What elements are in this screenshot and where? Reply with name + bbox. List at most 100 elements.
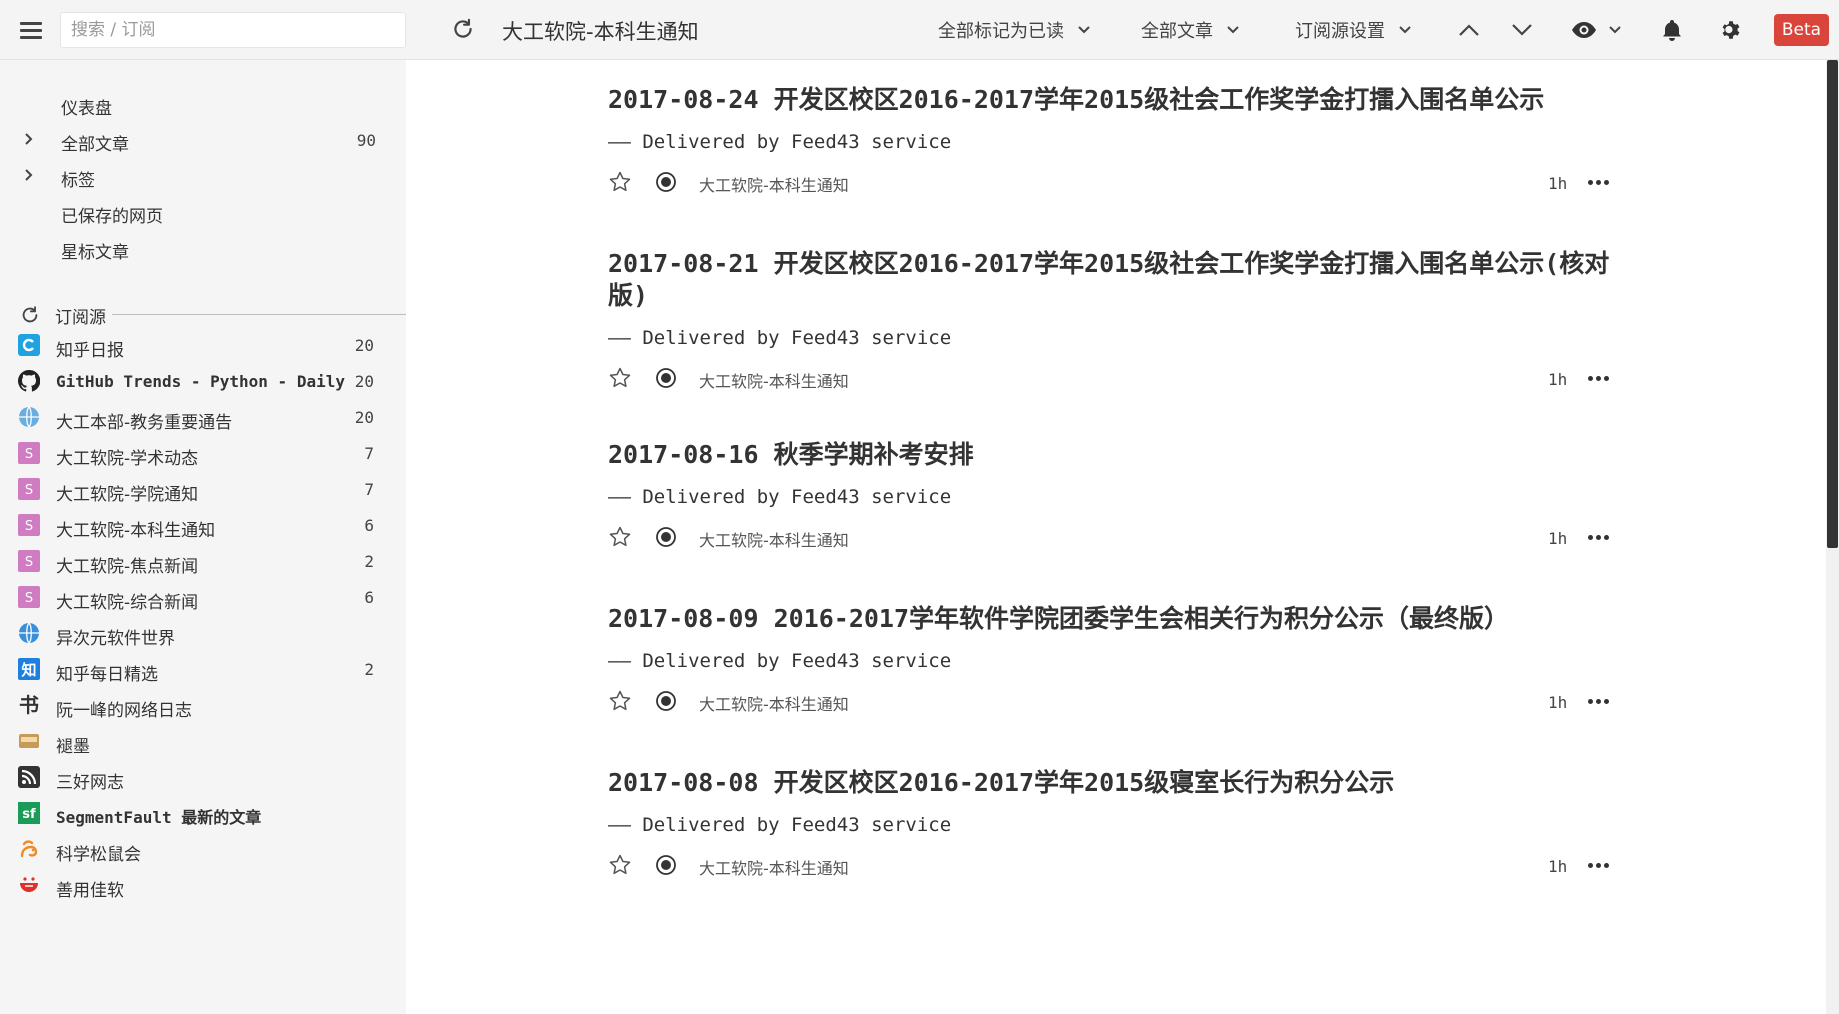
article-summary: —— Delivered by Feed43 service bbox=[608, 327, 952, 349]
article-title[interactable]: 2017-08-16 秋季学期补考安排 bbox=[608, 439, 1638, 471]
smile-icon bbox=[17, 873, 41, 897]
star-icon[interactable] bbox=[608, 525, 632, 549]
mark-read-icon[interactable] bbox=[655, 367, 677, 389]
star-icon[interactable] bbox=[608, 170, 632, 194]
feed-unread-count: 2 bbox=[364, 552, 374, 571]
next-article-icon[interactable] bbox=[1508, 16, 1536, 44]
star-icon[interactable] bbox=[608, 689, 632, 713]
nav-all-articles[interactable]: 全部文章 90 bbox=[0, 124, 406, 158]
sidebar: 仪表盘 全部文章 90 标签 已保存的网页 星标文章 订阅源 知乎日报 20 Git… bbox=[0, 60, 406, 1014]
article-title[interactable]: 2017-08-08 开发区校区2016-2017学年2015级寝室长行为积分公… bbox=[608, 767, 1638, 799]
article-item[interactable]: 2017-08-16 秋季学期补考安排 —— Delivered by Feed4… bbox=[608, 439, 1638, 553]
sidebar-feed-item[interactable]: S 大工软院-学院通知 7 bbox=[0, 472, 406, 508]
nav-saved-pages[interactable]: 已保存的网页 bbox=[0, 196, 406, 230]
refresh-feeds-icon[interactable] bbox=[19, 304, 41, 326]
article-meta: 大工软院-本科生通知 1h bbox=[608, 851, 1638, 881]
sidebar-feed-item[interactable]: S 大工软院-综合新闻 6 bbox=[0, 580, 406, 616]
nav-starred-label: 星标文章 bbox=[61, 243, 129, 263]
article-filter-dropdown[interactable]: 全部文章 bbox=[1141, 17, 1239, 43]
top-toolbar: 大工软院-本科生通知 全部标记为已读 全部文章 订阅源设置 Beta bbox=[0, 0, 1839, 60]
feed-name: 三好网志 bbox=[56, 773, 124, 793]
mark-read-icon[interactable] bbox=[655, 690, 677, 712]
sidebar-feed-item[interactable]: sf SegmentFault 最新的文章 bbox=[0, 796, 406, 832]
star-icon[interactable] bbox=[608, 366, 632, 390]
feed-settings-label: 订阅源设置 bbox=[1295, 21, 1385, 42]
sidebar-feed-item[interactable]: GitHub Trends - Python - Daily 20 bbox=[0, 364, 406, 400]
chevron-down-icon bbox=[1078, 26, 1090, 34]
more-options-icon[interactable] bbox=[1585, 368, 1611, 388]
sidebar-feed-item[interactable]: 三好网志 bbox=[0, 760, 406, 796]
sidebar-feed-item[interactable]: 科学松鼠会 bbox=[0, 832, 406, 868]
more-options-icon[interactable] bbox=[1585, 172, 1611, 192]
bell-icon[interactable] bbox=[1658, 16, 1686, 44]
mark-read-icon[interactable] bbox=[655, 171, 677, 193]
sidebar-feed-item[interactable]: 知乎日报 20 bbox=[0, 328, 406, 364]
feed-unread-count: 2 bbox=[364, 660, 374, 679]
previous-article-icon[interactable] bbox=[1455, 16, 1483, 44]
article-meta: 大工软院-本科生通知 1h bbox=[608, 168, 1638, 198]
scrollbar-thumb[interactable] bbox=[1827, 60, 1838, 548]
article-source[interactable]: 大工软院-本科生通知 bbox=[699, 527, 849, 551]
feeds-section-header: 订阅源 bbox=[0, 300, 406, 330]
article-item[interactable]: 2017-08-21 开发区校区2016-2017学年2015级社会工作奖学金打… bbox=[608, 248, 1638, 394]
sidebar-feed-item[interactable]: 善用佳软 bbox=[0, 868, 406, 904]
zhihu-daily-icon bbox=[17, 333, 41, 357]
view-mode-dropdown[interactable] bbox=[1571, 16, 1627, 44]
zhihu-icon: 知 bbox=[17, 657, 41, 681]
article-title[interactable]: 2017-08-21 开发区校区2016-2017学年2015级社会工作奖学金打… bbox=[608, 248, 1638, 312]
article-item[interactable]: 2017-08-24 开发区校区2016-2017学年2015级社会工作奖学金打… bbox=[608, 84, 1638, 198]
sidebar-feed-item[interactable]: S 大工软院-焦点新闻 2 bbox=[0, 544, 406, 580]
article-summary: —— Delivered by Feed43 service bbox=[608, 650, 952, 672]
feed-name: 大工软院-学院通知 bbox=[56, 485, 199, 505]
star-icon[interactable] bbox=[608, 853, 632, 877]
refresh-icon[interactable] bbox=[450, 16, 476, 42]
feed-name: 大工软院-焦点新闻 bbox=[56, 557, 199, 577]
nav-all-articles-count: 90 bbox=[356, 131, 376, 150]
chevron-right-icon[interactable] bbox=[24, 168, 34, 182]
chevron-right-icon[interactable] bbox=[24, 132, 34, 146]
article-title[interactable]: 2017-08-24 开发区校区2016-2017学年2015级社会工作奖学金打… bbox=[608, 84, 1638, 116]
mark-all-read-dropdown[interactable]: 全部标记为已读 bbox=[938, 17, 1090, 43]
github-icon bbox=[17, 369, 41, 393]
article-item[interactable]: 2017-08-09 2016-2017学年软件学院团委学生会相关行为积分公示（… bbox=[608, 603, 1638, 717]
search-input[interactable] bbox=[60, 12, 406, 48]
feed-name: 褪墨 bbox=[56, 737, 90, 757]
feed-unread-count: 6 bbox=[364, 516, 374, 535]
beta-badge[interactable]: Beta bbox=[1774, 14, 1829, 46]
gear-icon[interactable] bbox=[1717, 16, 1745, 44]
article-source[interactable]: 大工软院-本科生通知 bbox=[699, 855, 849, 879]
nav-tags[interactable]: 标签 bbox=[0, 160, 406, 194]
article-summary: —— Delivered by Feed43 service bbox=[608, 486, 952, 508]
article-source[interactable]: 大工软院-本科生通知 bbox=[699, 691, 849, 715]
s-icon: S bbox=[17, 585, 41, 609]
nav-starred[interactable]: 星标文章 bbox=[0, 232, 406, 266]
feed-settings-dropdown[interactable]: 订阅源设置 bbox=[1295, 17, 1411, 43]
article-filter-label: 全部文章 bbox=[1141, 21, 1213, 42]
article-title[interactable]: 2017-08-09 2016-2017学年软件学院团委学生会相关行为积分公示（… bbox=[608, 603, 1638, 635]
chevron-down-icon bbox=[1399, 26, 1411, 34]
sidebar-feed-item[interactable]: 书阮一峰的网络日志 bbox=[0, 688, 406, 724]
nav-dashboard[interactable]: 仪表盘 bbox=[0, 88, 406, 122]
feed-name: 异次元软件世界 bbox=[56, 629, 175, 649]
svg-text:书: 书 bbox=[19, 694, 39, 716]
s-icon: S bbox=[17, 441, 41, 465]
sidebar-feed-item[interactable]: S 大工软院-学术动态 7 bbox=[0, 436, 406, 472]
feed-unread-count: 6 bbox=[364, 588, 374, 607]
scrollbar[interactable] bbox=[1826, 60, 1839, 1014]
mark-read-icon[interactable] bbox=[655, 854, 677, 876]
sidebar-feed-item[interactable]: S 大工软院-本科生通知 6 bbox=[0, 508, 406, 544]
article-item[interactable]: 2017-08-08 开发区校区2016-2017学年2015级寝室长行为积分公… bbox=[608, 767, 1638, 881]
more-options-icon[interactable] bbox=[1585, 527, 1611, 547]
sidebar-feed-item[interactable]: 大工本部-教务重要通告 20 bbox=[0, 400, 406, 436]
article-source[interactable]: 大工软院-本科生通知 bbox=[699, 172, 849, 196]
sidebar-feed-item[interactable]: 知 知乎每日精选 2 bbox=[0, 652, 406, 688]
feed-unread-count: 7 bbox=[364, 444, 374, 463]
mark-read-icon[interactable] bbox=[655, 526, 677, 548]
more-options-icon[interactable] bbox=[1585, 855, 1611, 875]
sidebar-feed-item[interactable]: 褪墨 bbox=[0, 724, 406, 760]
sidebar-feed-item[interactable]: 异次元软件世界 bbox=[0, 616, 406, 652]
menu-icon[interactable] bbox=[16, 16, 44, 44]
article-source[interactable]: 大工软院-本科生通知 bbox=[699, 368, 849, 392]
globe-icon bbox=[17, 621, 41, 645]
more-options-icon[interactable] bbox=[1585, 691, 1611, 711]
